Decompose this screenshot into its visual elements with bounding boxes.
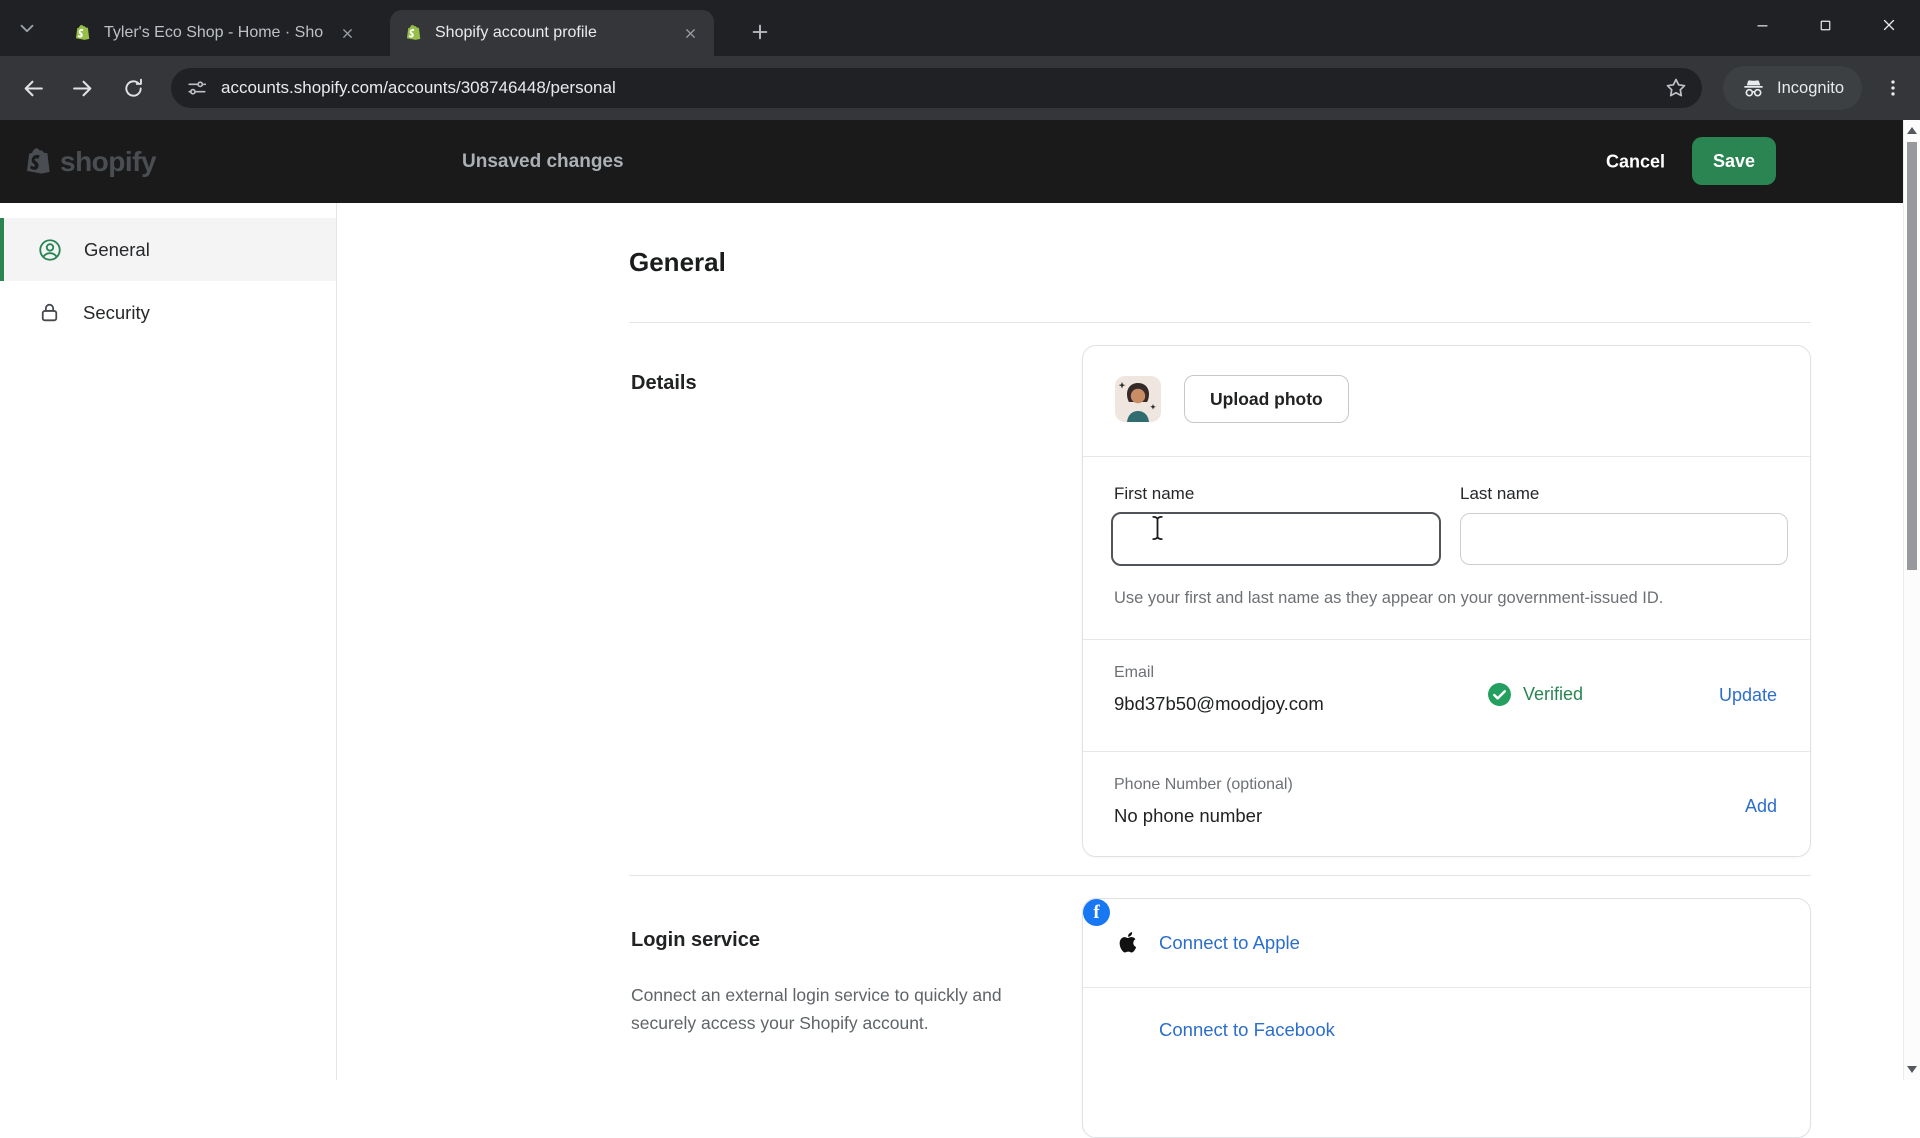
verified-check-icon xyxy=(1487,682,1512,707)
bookmark-star-icon[interactable] xyxy=(1664,76,1688,100)
maximize-icon[interactable] xyxy=(1794,0,1857,50)
add-phone-link[interactable]: Add xyxy=(1745,796,1777,817)
shopify-favicon xyxy=(73,23,93,43)
divider xyxy=(629,322,1811,323)
shopify-wordmark: shopify xyxy=(60,146,156,178)
divider xyxy=(629,875,1811,876)
site-info-icon[interactable] xyxy=(186,77,208,99)
unsaved-changes-status: Unsaved changes xyxy=(462,151,624,173)
sidebar-item-security[interactable]: Security xyxy=(0,281,336,344)
forward-icon[interactable] xyxy=(63,69,101,107)
upload-photo-button[interactable]: Upload photo xyxy=(1184,375,1349,423)
details-section-label: Details xyxy=(631,372,697,395)
page-title: General xyxy=(629,247,726,278)
shopify-favicon xyxy=(404,23,424,43)
window-close-icon[interactable] xyxy=(1857,0,1920,50)
first-name-input[interactable] xyxy=(1111,512,1441,566)
browser-tab-profile[interactable]: Shopify account profile xyxy=(390,10,714,56)
avatar xyxy=(1115,376,1161,422)
menu-dots-icon[interactable] xyxy=(1874,69,1912,107)
chevron-down-icon[interactable] xyxy=(10,11,44,45)
details-card: Upload photo First name Last name Use yo… xyxy=(1082,345,1811,857)
sidebar-item-general[interactable]: General xyxy=(0,218,336,281)
login-service-description: Connect an external login service to qui… xyxy=(631,981,1003,1038)
browser-tab-store[interactable]: Tyler's Eco Shop - Home · Shopi xyxy=(59,10,371,56)
incognito-label: Incognito xyxy=(1777,79,1844,98)
cancel-button[interactable]: Cancel xyxy=(1592,141,1679,182)
lock-icon xyxy=(37,300,62,325)
connect-facebook-link[interactable]: Connect to Facebook xyxy=(1159,1019,1335,1041)
divider xyxy=(1083,639,1810,640)
last-name-label: Last name xyxy=(1460,484,1539,504)
verified-badge: Verified xyxy=(1487,682,1583,707)
page-topbar: shopify Unsaved changes Cancel Save xyxy=(0,120,1920,203)
email-value: 9bd37b50@moodjoy.com xyxy=(1114,693,1324,715)
scrollbar[interactable] xyxy=(1903,120,1920,1080)
tab-title: Tyler's Eco Shop - Home · Shopi xyxy=(104,24,324,42)
scrollbar-up-arrow[interactable] xyxy=(1907,127,1917,134)
reload-icon[interactable] xyxy=(114,69,152,107)
login-service-section-label: Login service xyxy=(631,929,760,952)
shopify-logo: shopify xyxy=(22,145,156,179)
phone-label: Phone Number (optional) xyxy=(1114,776,1293,794)
last-name-input[interactable] xyxy=(1460,513,1788,565)
sidebar-item-label: General xyxy=(84,239,150,261)
incognito-icon xyxy=(1741,76,1766,101)
divider xyxy=(1083,987,1810,988)
email-label: Email xyxy=(1114,664,1154,682)
facebook-icon: f xyxy=(1083,899,1110,926)
close-icon[interactable] xyxy=(678,21,702,45)
back-icon[interactable] xyxy=(14,69,52,107)
incognito-badge: Incognito xyxy=(1723,66,1862,110)
connect-apple-link[interactable]: Connect to Apple xyxy=(1159,932,1300,954)
new-tab-icon[interactable] xyxy=(741,13,779,51)
verified-label: Verified xyxy=(1523,684,1583,705)
minimize-icon[interactable] xyxy=(1731,0,1794,50)
url-text[interactable]: accounts.shopify.com/accounts/308746448/… xyxy=(221,78,1651,98)
apple-icon xyxy=(1116,930,1141,955)
browser-tab-strip: Tyler's Eco Shop - Home · Shopi Shopify … xyxy=(0,0,1920,56)
save-button[interactable]: Save xyxy=(1692,137,1776,185)
update-email-link[interactable]: Update xyxy=(1719,685,1777,706)
sidebar-item-label: Security xyxy=(83,302,150,324)
divider xyxy=(1083,751,1810,752)
scrollbar-thumb[interactable] xyxy=(1907,142,1917,570)
person-circle-icon xyxy=(37,237,63,263)
phone-value: No phone number xyxy=(1114,805,1262,827)
scrollbar-down-arrow[interactable] xyxy=(1907,1066,1917,1073)
first-name-label: First name xyxy=(1114,484,1194,504)
tab-title: Shopify account profile xyxy=(435,24,667,42)
name-helper-text: Use your first and last name as they app… xyxy=(1114,589,1663,608)
close-icon[interactable] xyxy=(335,21,359,45)
settings-sidebar: General Security xyxy=(0,203,337,1080)
login-service-card: Connect to Apple f Connect to Facebook xyxy=(1082,898,1811,1138)
divider xyxy=(1083,456,1810,457)
browser-toolbar: accounts.shopify.com/accounts/308746448/… xyxy=(0,56,1920,120)
url-bar[interactable]: accounts.shopify.com/accounts/308746448/… xyxy=(171,68,1702,108)
